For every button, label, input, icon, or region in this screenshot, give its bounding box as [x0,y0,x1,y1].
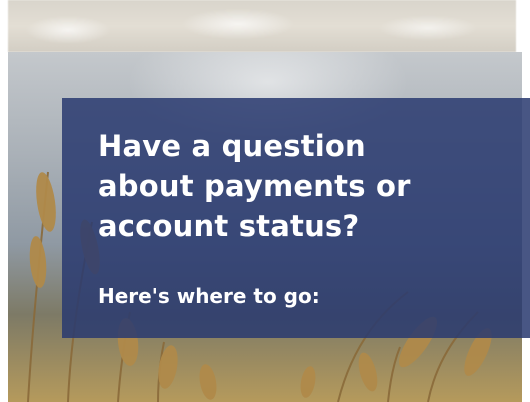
headline-line-1: Have a question [98,129,366,163]
banner: Have a question about payments or accoun… [0,0,530,402]
subheadline: Here's where to go: [98,284,320,308]
headline-line-3: account status? [98,209,360,243]
background-photo-top [8,0,516,52]
headline-line-2: about payments or [98,169,411,203]
headline: Have a question about payments or accoun… [98,126,518,246]
